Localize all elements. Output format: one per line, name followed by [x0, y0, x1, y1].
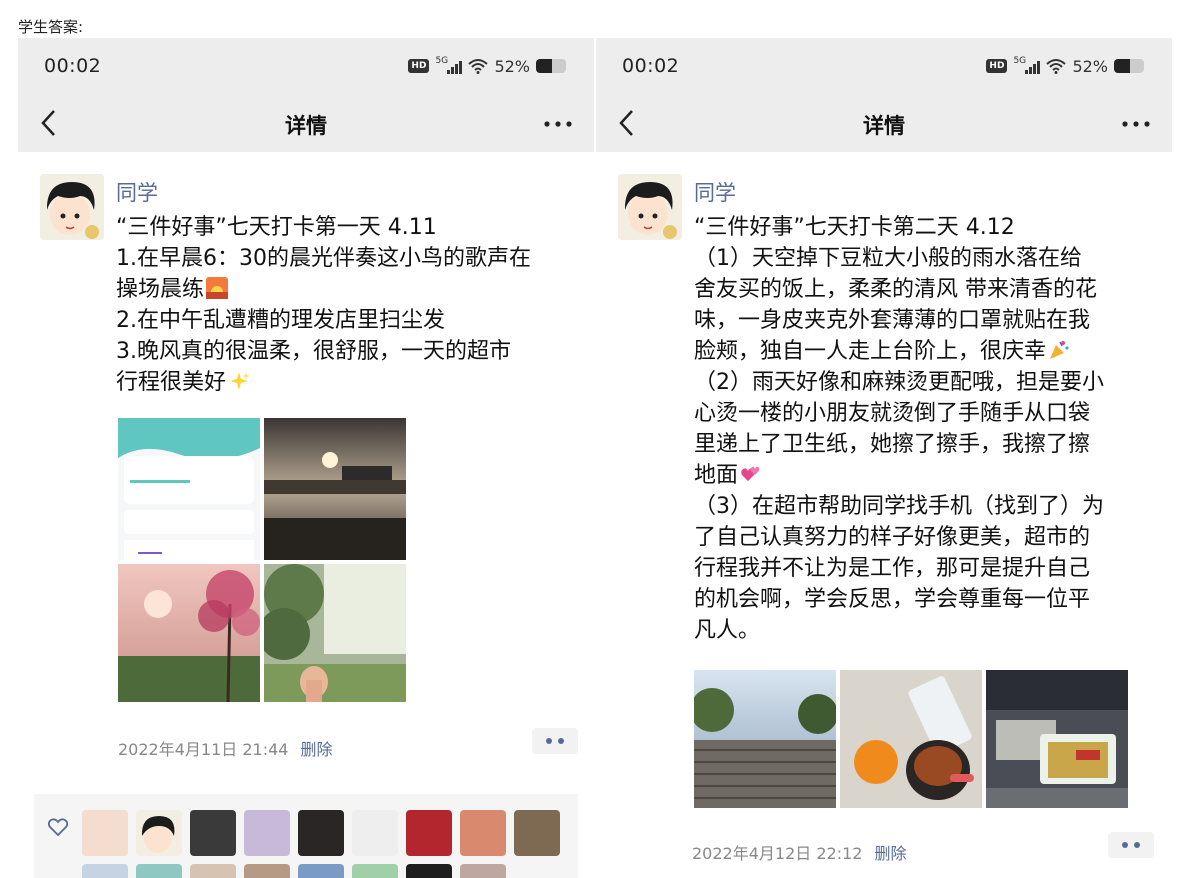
wifi-icon [468, 59, 489, 74]
battery-icon [536, 59, 566, 73]
like-avatar[interactable] [406, 864, 452, 878]
battery-icon [1114, 59, 1144, 73]
more-dots-icon[interactable] [542, 114, 574, 134]
comment-action-button[interactable] [1108, 832, 1154, 858]
delete-link[interactable]: 删除 [300, 740, 332, 759]
post-meta: 2022年4月12日 22:12 删除 [692, 840, 906, 864]
post-line-text: 脸颊，独自一人走上台阶上，很庆幸 [694, 339, 1047, 364]
hearts-emoji [741, 466, 760, 481]
post-line: 地面 [694, 460, 1164, 491]
post-line: 2.在中午乱遭糟的理发店里扫尘发 [116, 308, 445, 333]
party-popper-emoji [1050, 341, 1069, 359]
moment-detail-panel-1: 00:02 HD 5G 52% 详情 同学 “三件好事”七天打卡第一天 4.11… [18, 38, 594, 878]
post-line: 的机会啊，学会反思，学会尊重每一位平 [694, 587, 1091, 612]
like-avatar[interactable] [352, 864, 398, 878]
post-line: 行程很美好 [116, 367, 586, 398]
network-type: 5G [435, 56, 449, 66]
status-time: 00:02 [622, 55, 680, 77]
photo-thumbnail[interactable] [118, 418, 260, 560]
post-timestamp: 2022年4月11日 21:44 [118, 740, 289, 759]
like-avatar[interactable] [298, 810, 344, 856]
photo-grid [694, 670, 1128, 808]
nav-title: 详情 [285, 114, 327, 138]
battery-percent: 52% [494, 56, 530, 76]
photo-thumbnail[interactable] [118, 564, 260, 702]
post-line-text: 地面 [694, 463, 739, 488]
photo-grid [118, 418, 406, 702]
like-avatar[interactable] [514, 810, 560, 856]
like-avatar[interactable] [460, 864, 506, 878]
like-avatar[interactable] [244, 864, 290, 878]
post-line: 脸颊，独自一人走上台阶上，很庆幸 [694, 336, 1164, 367]
more-dots-icon[interactable] [1120, 114, 1152, 134]
heart-icon [48, 818, 68, 836]
post-text: “三件好事”七天打卡第一天 4.11 1.在早晨6：30的晨光伴奏这小鸟的歌声在… [116, 212, 586, 398]
status-icons: HD 5G 52% [986, 56, 1144, 76]
status-bar: 00:02 HD 5G 52% [18, 38, 594, 94]
post-line: （1）天空掉下豆粒大小般的雨水落在给 [694, 246, 1082, 271]
likes-box [34, 794, 578, 878]
sunrise-emoji [206, 277, 229, 299]
post-line: 舍友买的饭上，柔柔的清风 带来清香的花 [694, 277, 1097, 302]
like-avatar[interactable] [190, 810, 236, 856]
nav-title: 详情 [863, 114, 905, 138]
post-line: （2）雨天好像和麻辣烫更配哦，担是要小 [694, 370, 1104, 395]
photo-thumbnail[interactable] [694, 670, 836, 808]
status-bar: 00:02 HD 5G 52% [596, 38, 1172, 94]
photo-thumbnail[interactable] [840, 670, 982, 808]
battery-percent: 52% [1072, 56, 1108, 76]
moment-detail-panel-2: 00:02 HD 5G 52% 详情 同学 “三件好事”七天打卡第二天 4.12… [596, 38, 1172, 878]
like-avatar[interactable] [352, 810, 398, 856]
post-line: 味，一身皮夹克外套薄薄的口罩就贴在我 [694, 308, 1091, 333]
like-avatar[interactable] [298, 864, 344, 878]
post-line-text: 操场晨练 [116, 277, 205, 302]
like-avatar[interactable] [460, 810, 506, 856]
like-avatar[interactable] [190, 864, 236, 878]
photo-thumbnail[interactable] [264, 564, 406, 702]
post-line: 操场晨练 [116, 274, 586, 305]
nav-bar: 详情 [596, 94, 1172, 152]
status-icons: HD 5G 52% [408, 56, 566, 76]
post-line: “三件好事”七天打卡第一天 4.11 [116, 215, 437, 240]
username[interactable]: 同学 [116, 177, 158, 207]
signal-icon: 5G [435, 56, 463, 74]
avatar[interactable] [40, 174, 104, 240]
post-meta: 2022年4月11日 21:44 删除 [118, 736, 332, 760]
like-avatar[interactable] [82, 810, 128, 856]
page-label: 学生答案: [18, 18, 84, 36]
wifi-icon [1046, 59, 1067, 74]
like-avatar[interactable] [136, 864, 182, 878]
nav-bar: 详情 [18, 94, 594, 152]
post-text: “三件好事”七天打卡第二天 4.12 （1）天空掉下豆粒大小般的雨水落在给 舍友… [694, 212, 1164, 646]
post-line-text: 行程很美好 [116, 370, 227, 395]
post-line: 3.晚风真的很温柔，很舒服，一天的超市 [116, 339, 511, 364]
like-avatar[interactable] [82, 864, 128, 878]
post-line: 了自己认真努力的样子好像更美，超市的 [694, 525, 1091, 550]
post-timestamp: 2022年4月12日 22:12 [692, 844, 863, 863]
post-line: “三件好事”七天打卡第二天 4.12 [694, 215, 1015, 240]
status-time: 00:02 [44, 55, 102, 77]
photo-thumbnail[interactable] [986, 670, 1128, 808]
network-type: 5G [1013, 56, 1027, 66]
signal-icon: 5G [1013, 56, 1041, 74]
sparkles-emoji [230, 372, 251, 390]
username[interactable]: 同学 [694, 177, 736, 207]
avatar[interactable] [618, 174, 682, 240]
post-line: 1.在早晨6：30的晨光伴奏这小鸟的歌声在 [116, 246, 531, 271]
like-avatar[interactable] [136, 810, 182, 856]
post-line: 凡人。 [694, 618, 761, 643]
post-line: 行程我并不让为是工作，那可是提升自己 [694, 556, 1091, 581]
photo-thumbnail[interactable] [264, 418, 406, 560]
hd-icon: HD [986, 59, 1008, 73]
post-line: （3）在超市帮助同学找手机（找到了）为 [694, 494, 1104, 519]
delete-link[interactable]: 删除 [874, 844, 906, 863]
post-line: 里递上了卫生纸，她擦了擦手，我擦了擦 [694, 432, 1091, 457]
hd-icon: HD [408, 59, 430, 73]
like-avatar[interactable] [406, 810, 452, 856]
post-line: 心烫一楼的小朋友就烫倒了手随手从口袋 [694, 401, 1091, 426]
comment-action-button[interactable] [532, 728, 578, 754]
like-avatar[interactable] [244, 810, 290, 856]
